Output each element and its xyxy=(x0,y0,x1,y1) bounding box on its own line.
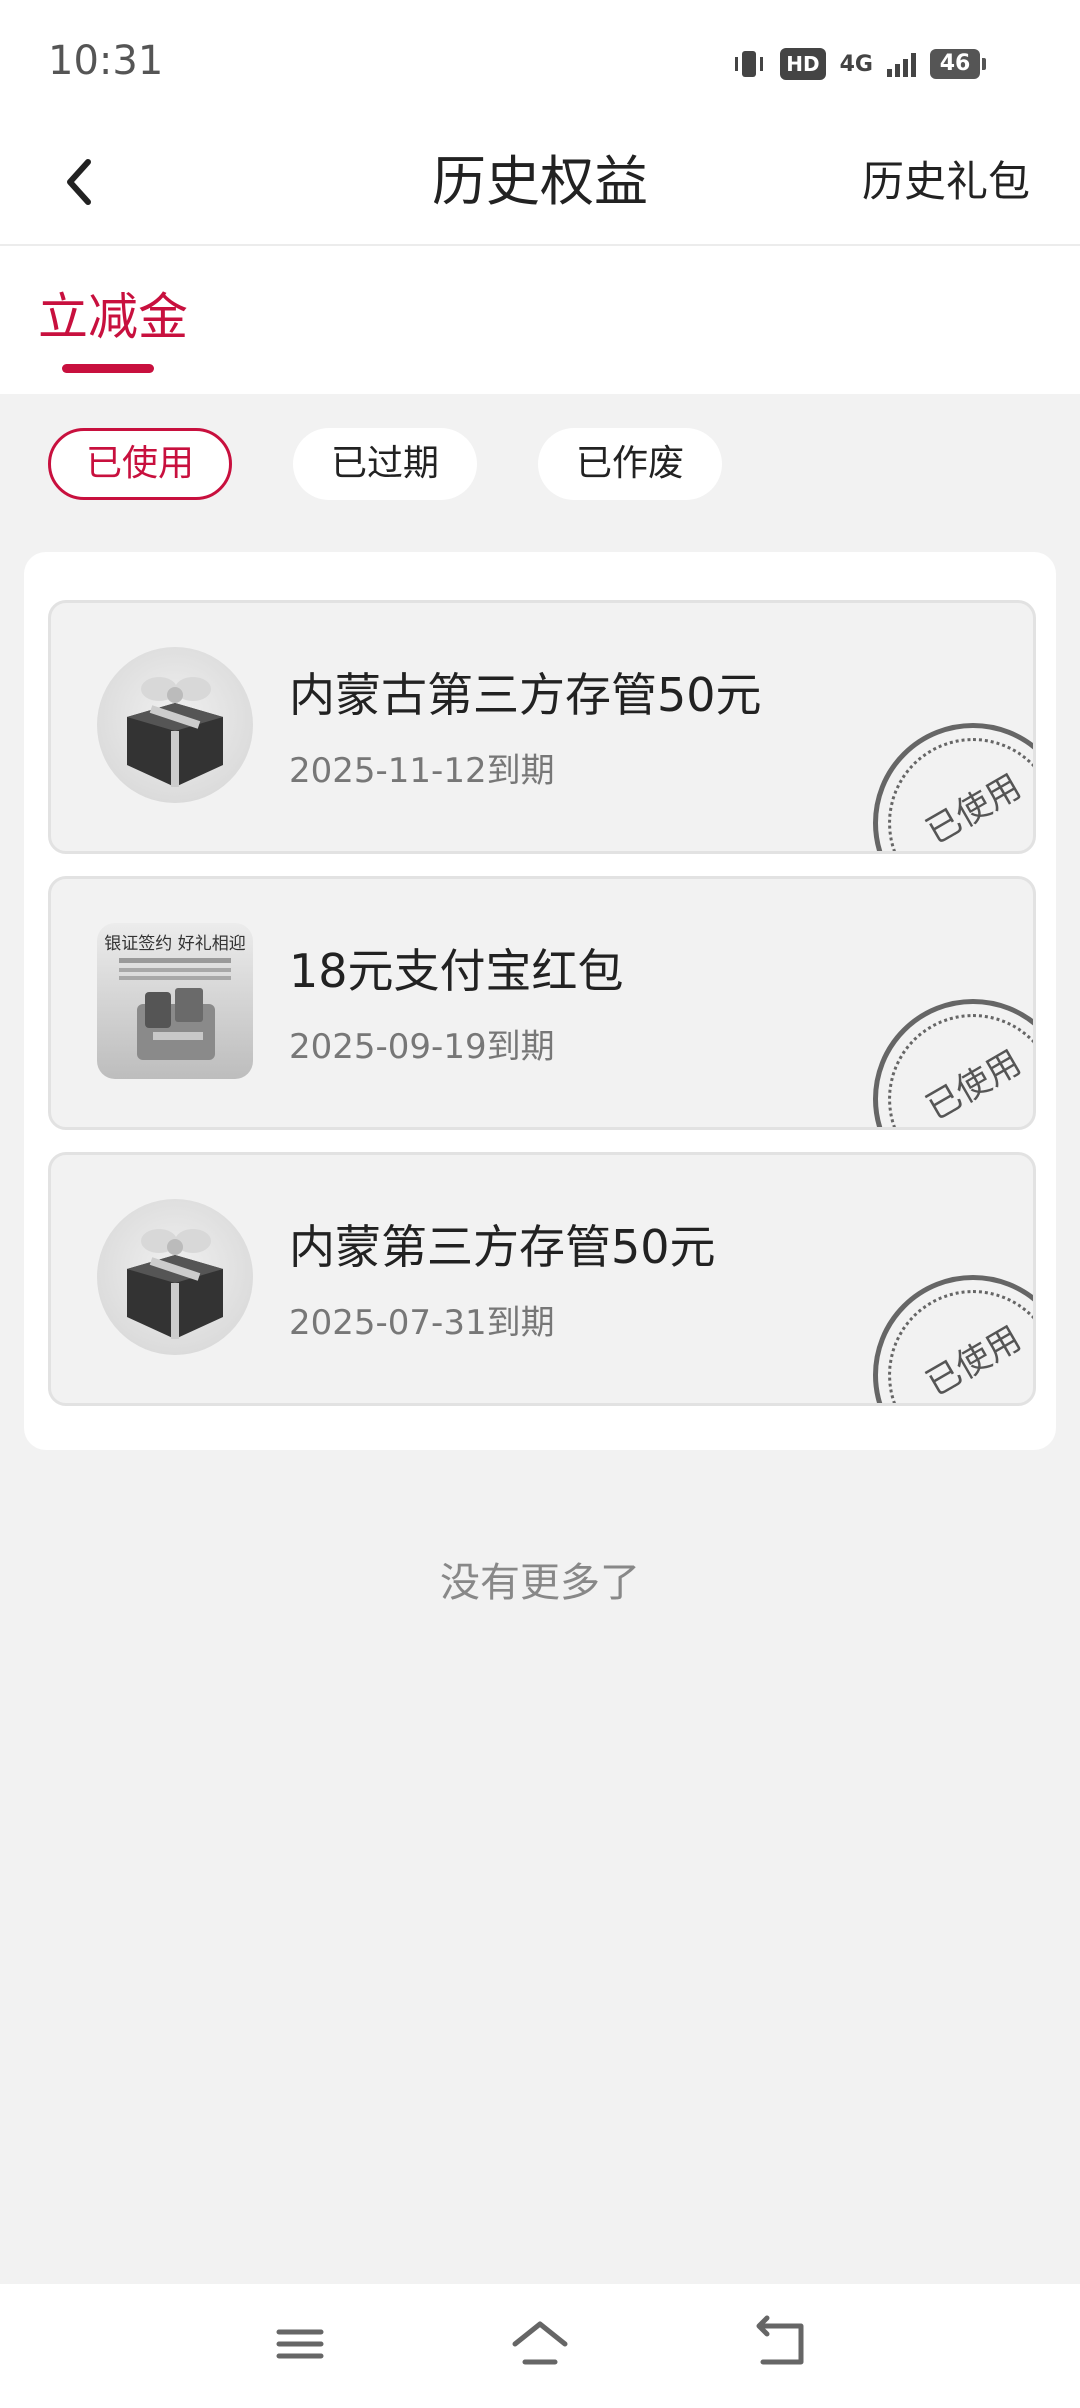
coupon-title: 内蒙古第三方存管50元 xyxy=(289,668,762,722)
coupon-card[interactable]: 内蒙古第三方存管50元 2025-11-12到期 已使用 xyxy=(48,600,1036,854)
hd-icon: HD xyxy=(780,48,826,80)
history-gift-link[interactable]: 历史礼包 xyxy=(862,150,1030,214)
coupon-card[interactable]: 内蒙第三方存管50元 2025-07-31到期 已使用 xyxy=(48,1152,1036,1406)
home-icon[interactable] xyxy=(505,2314,575,2374)
coupon-list: 内蒙古第三方存管50元 2025-11-12到期 已使用 银证签约 好礼相迎 1… xyxy=(24,552,1056,1450)
coupon-card[interactable]: 银证签约 好礼相迎 18元支付宝红包 2025-09-19到期 已使用 xyxy=(48,876,1036,1130)
filter-expired[interactable]: 已过期 xyxy=(293,428,477,500)
tab-active-indicator xyxy=(62,364,154,373)
menu-icon[interactable] xyxy=(265,2314,335,2374)
coupon-expiry: 2025-11-12到期 xyxy=(289,751,555,791)
coupon-expiry: 2025-07-31到期 xyxy=(289,1303,555,1343)
back-nav-icon[interactable] xyxy=(745,2314,815,2374)
system-nav-bar xyxy=(0,2284,1080,2408)
coupon-expiry: 2025-09-19到期 xyxy=(289,1027,555,1067)
gift-box-icon xyxy=(97,647,253,803)
coupon-title: 内蒙第三方存管50元 xyxy=(289,1220,716,1274)
network-type-icon: 4G xyxy=(839,51,873,77)
gift-box-icon xyxy=(97,1199,253,1355)
tab-instant-discount[interactable]: 立减金 xyxy=(38,284,188,350)
promo-thumbnail-heading: 银证签约 好礼相迎 xyxy=(104,934,246,954)
status-bar: 10:31 HD 4G 46 xyxy=(0,0,1080,120)
battery-icon: 46 xyxy=(930,49,986,79)
status-time: 10:31 xyxy=(48,38,164,84)
filter-chips: 已使用 已过期 已作废 xyxy=(0,428,1080,502)
nav-bar: 历史权益 历史礼包 xyxy=(0,120,1080,246)
coupon-title: 18元支付宝红包 xyxy=(289,944,624,998)
signal-icon xyxy=(887,51,916,77)
filter-voided[interactable]: 已作废 xyxy=(538,428,722,500)
status-icons: HD 4G 46 xyxy=(732,42,986,86)
vibrate-icon xyxy=(735,51,764,77)
tab-bar: 立减金 xyxy=(0,246,1080,394)
promo-thumbnail: 银证签约 好礼相迎 xyxy=(97,923,253,1079)
end-of-list-text: 没有更多了 xyxy=(440,1560,640,1606)
filter-used[interactable]: 已使用 xyxy=(48,428,232,500)
